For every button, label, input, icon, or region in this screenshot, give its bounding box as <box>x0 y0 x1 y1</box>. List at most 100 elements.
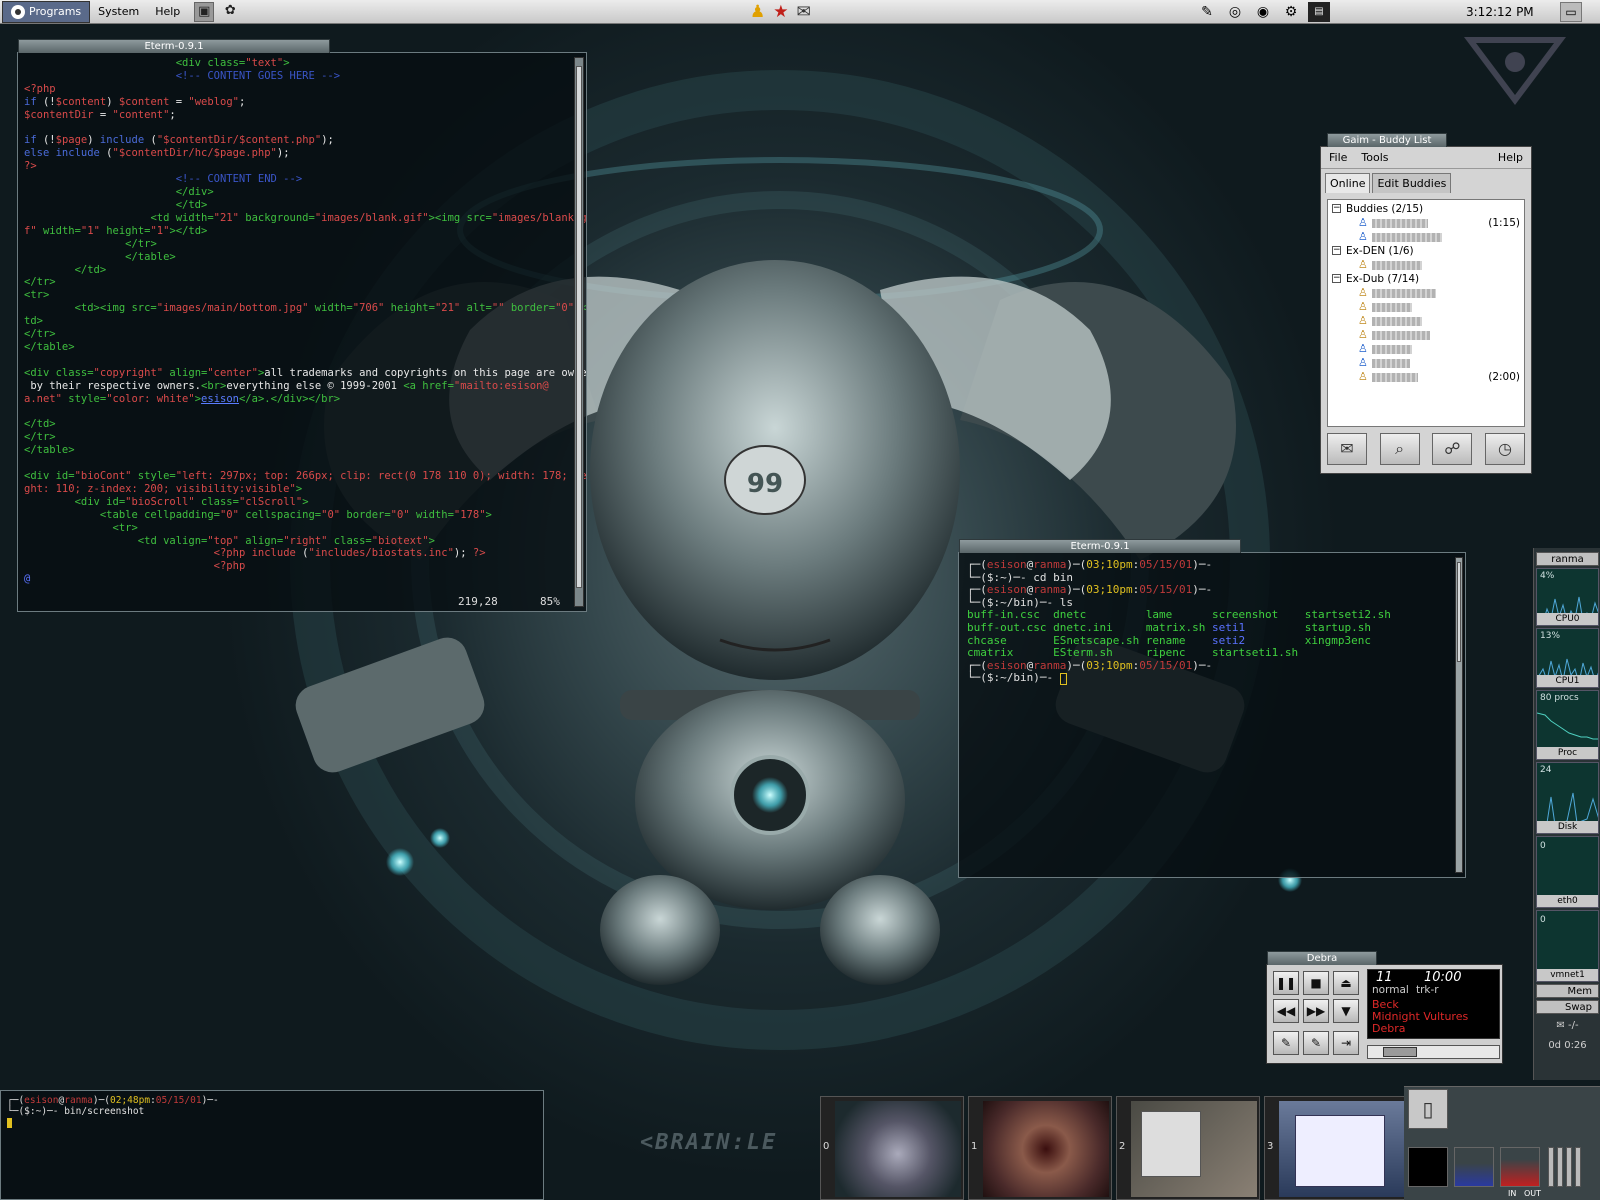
shell-terminal-window[interactable]: Eterm-0.9.1 ┌─(esison@ranma)─(03;10pm:05… <box>958 539 1466 878</box>
collapse-icon[interactable]: − <box>1332 246 1341 255</box>
workspace-3[interactable]: 3 <box>1264 1096 1408 1200</box>
collapse-icon[interactable]: − <box>1332 274 1341 283</box>
proc-monitor: 80 procs Proc <box>1536 690 1599 760</box>
gimp-launcher-icon[interactable]: ✿ <box>220 2 240 22</box>
tab-edit-buddies[interactable]: Edit Buddies <box>1372 173 1452 193</box>
shell-titlebar[interactable]: Eterm-0.9.1 <box>959 539 1241 553</box>
buddy-online-icon: ♙ <box>1358 342 1368 355</box>
away-icon[interactable]: ◷ <box>1484 433 1525 465</box>
tab-online[interactable]: Online <box>1325 173 1371 193</box>
monitor-icon[interactable]: ▤ <box>1308 2 1330 22</box>
gaim-tools-menu[interactable]: Tools <box>1361 151 1388 168</box>
handheld-icon[interactable]: ▯ <box>1408 1089 1448 1129</box>
cd-icon[interactable]: ◎ <box>1224 2 1246 22</box>
buddy-name-redacted <box>1372 303 1412 312</box>
editor-terminal-window[interactable]: Eterm-0.9.1 <div class="text"> <!-- CONT… <box>17 39 587 612</box>
workspace-2[interactable]: 2 <box>1116 1096 1260 1200</box>
shell-output[interactable]: ┌─(esison@ranma)─(03;10pm:05/15/01)─- └─… <box>959 553 1465 691</box>
pause-button[interactable]: ❚❚ <box>1273 971 1299 995</box>
file-entry: screenshot <box>1212 608 1305 622</box>
group-name: Buddies (2/15) <box>1346 203 1424 215</box>
buddy-row[interactable]: ♙ <box>1328 356 1524 370</box>
buddy-name-redacted <box>1372 261 1422 270</box>
chat-icon[interactable]: ☍ <box>1432 433 1473 465</box>
small-terminal-output[interactable]: ┌─(esison@ranma)─(02;48pm:05/15/01)─- └─… <box>1 1091 543 1132</box>
programs-menu[interactable]: Programs <box>2 0 91 23</box>
player-titlebar[interactable]: Debra <box>1267 951 1377 965</box>
gaim-file-menu[interactable]: File <box>1329 151 1347 168</box>
vmnet1-monitor: 0 vmnet1 <box>1536 910 1599 982</box>
gaim-buddy-list-window[interactable]: Gaim - Buddy List File Tools Help Online… <box>1320 133 1532 474</box>
editor-code[interactable]: <div class="text"> <!-- CONTENT GOES HER… <box>18 53 586 590</box>
buddy-row[interactable]: ♙ <box>1328 230 1524 244</box>
mail-icon[interactable]: ✉ <box>797 1 811 23</box>
file-entry: dnetc <box>1053 608 1146 622</box>
workspace-0[interactable]: 0 <box>820 1096 964 1200</box>
swap-meter[interactable]: Swap <box>1536 1000 1599 1014</box>
shell-scrollbar[interactable] <box>1455 557 1463 873</box>
level-sliders[interactable] <box>1548 1147 1596 1187</box>
pencil-icon[interactable]: ✎ <box>1196 2 1218 22</box>
eject-button[interactable]: ⏏ <box>1333 971 1359 995</box>
gaim-help-menu[interactable]: Help <box>1498 151 1523 168</box>
group-row-ex-den[interactable]: − Ex-DEN (1/6) <box>1328 244 1524 258</box>
open-file-icon[interactable]: ✎ <box>1303 1031 1329 1055</box>
network-icon[interactable]: ⚙ <box>1280 2 1302 22</box>
seek-slider[interactable] <box>1367 1045 1500 1059</box>
group-row-buddies[interactable]: − Buddies (2/15) <box>1328 202 1524 216</box>
stop-button[interactable]: ■ <box>1303 971 1329 995</box>
lock-screen-icon[interactable]: ▭ <box>1560 2 1582 22</box>
editor-scrollbar[interactable] <box>574 57 584 607</box>
seek-slider-knob[interactable] <box>1383 1047 1417 1057</box>
buddy-row[interactable]: ♙ (2:00) <box>1328 370 1524 384</box>
workspace-pager: 0 1 2 3 <box>820 1096 1408 1200</box>
buddy-row[interactable]: ♙ <box>1328 342 1524 356</box>
send-message-icon[interactable]: ✉ <box>1327 433 1367 465</box>
buddy-row[interactable]: ♙ <box>1328 258 1524 272</box>
buddy-tree[interactable]: − Buddies (2/15) ♙ (1:15) ♙ − Ex-DEN (1/… <box>1327 199 1525 427</box>
collapse-icon[interactable]: − <box>1332 204 1341 213</box>
playlist-icon[interactable]: ✎ <box>1273 1031 1299 1055</box>
buddy-name-redacted <box>1372 317 1422 326</box>
star-icon[interactable]: ★ <box>773 1 788 23</box>
gnome-foot-icon <box>11 4 25 19</box>
next-button[interactable]: ▶▶ <box>1303 999 1329 1023</box>
gaim-titlebar[interactable]: Gaim - Buddy List <box>1327 133 1447 147</box>
disc-icon[interactable]: ◉ <box>1252 2 1274 22</box>
audio-meter-3 <box>1500 1147 1540 1187</box>
buddy-row[interactable]: ♙ <box>1328 328 1524 342</box>
buddy-away-icon: ♙ <box>1358 314 1368 327</box>
mem-meter[interactable]: Mem <box>1536 984 1599 998</box>
host-label[interactable]: ranma <box>1536 552 1599 566</box>
get-info-icon[interactable]: ⌕ <box>1379 433 1420 465</box>
buddy-name-redacted <box>1372 373 1418 382</box>
group-row-ex-dub[interactable]: − Ex-Dub (7/14) <box>1328 272 1524 286</box>
terminal-launcher-icon[interactable]: ▣ <box>194 1 215 22</box>
editor-titlebar[interactable]: Eterm-0.9.1 <box>18 39 330 53</box>
file-entry: ripenc <box>1145 646 1213 660</box>
audio-meter-1 <box>1408 1147 1448 1187</box>
small-terminal-cursor <box>7 1118 12 1128</box>
meter-in-label: IN <box>1508 1189 1517 1198</box>
workspace-number: 2 <box>1119 1141 1126 1152</box>
previous-button[interactable]: ◀◀ <box>1273 999 1299 1023</box>
buddy-row[interactable]: ♙ <box>1328 300 1524 314</box>
workspace-1[interactable]: 1 <box>968 1096 1112 1200</box>
file-entry: ESnetscape.sh <box>1053 633 1146 647</box>
panel-clock[interactable]: 3:12:12 PM <box>1466 0 1534 24</box>
person-icon[interactable]: ♟ <box>750 1 765 23</box>
small-terminal-window[interactable]: ┌─(esison@ranma)─(02;48pm:05/15/01)─- └─… <box>0 1090 544 1200</box>
buddy-away-icon: ♙ <box>1358 300 1368 313</box>
vmnet1-label: vmnet1 <box>1537 969 1598 981</box>
cpu0-monitor: 4% CPU0 <box>1536 568 1599 626</box>
buddy-row[interactable]: ♙ <box>1328 286 1524 300</box>
exit-icon[interactable]: ⇥ <box>1333 1031 1359 1055</box>
menu-dropdown-button[interactable]: ▼ <box>1333 999 1359 1023</box>
file-entry: seti2 <box>1212 633 1305 647</box>
buddy-row[interactable]: ♙ (1:15) <box>1328 216 1524 230</box>
proc-label: Proc <box>1537 747 1598 759</box>
help-menu[interactable]: Help <box>147 1 188 23</box>
media-player-window[interactable]: Debra ❚❚ ■ ⏏ ◀◀ ▶▶ ▼ ✎ ✎ ⇥ 11 10:00 norm… <box>1266 951 1503 1064</box>
buddy-row[interactable]: ♙ <box>1328 314 1524 328</box>
system-menu[interactable]: System <box>90 1 147 23</box>
